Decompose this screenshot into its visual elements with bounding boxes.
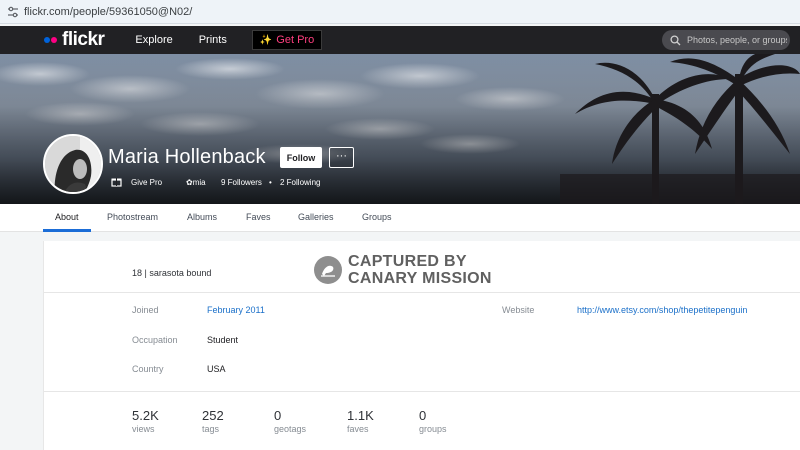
stamp-line-1: CAPTURED BY [348,253,467,270]
profile-tabs: About Photostream Albums Faves Galleries… [0,204,800,232]
tab-about[interactable]: About [55,212,79,222]
stat-faves-value: 1.1K [347,408,374,423]
sparkle-icon: ✨ [259,34,273,46]
stat-faves-label: faves [347,424,369,434]
logo-blue-dot [44,37,50,43]
nav-explore[interactable]: Explore [135,34,172,46]
cover-photo: Maria Hollenback Follow ··· Give Pro ✿mi… [0,54,800,204]
top-navigation: flickr Explore Prints ✨ Get Pro [0,26,800,54]
tab-groups[interactable]: Groups [362,212,392,222]
about-card: 18 | sarasota bound CAPTURED BY CANARY M… [43,241,800,450]
stamp-text: CAPTURED BY CANARY MISSION [348,253,492,287]
follow-button[interactable]: Follow [280,147,322,168]
stat-views-label: views [132,424,155,434]
browser-address-bar[interactable]: flickr.com/people/59361050@N02/ [0,0,800,24]
username-icon: ✿ [186,178,193,187]
active-tab-indicator [43,229,91,232]
divider [44,292,800,293]
website-label: Website [502,305,535,315]
followers-count[interactable]: 9 Followers [221,178,262,187]
following-count[interactable]: 2 Following [280,178,320,187]
stamp-line-2: CANARY MISSION [348,270,492,287]
tab-faves[interactable]: Faves [246,212,271,222]
username-text: mia [192,178,206,187]
search-box[interactable] [662,30,790,50]
joined-value[interactable]: February 2011 [207,305,265,315]
search-input[interactable] [687,35,787,45]
browser-url[interactable]: flickr.com/people/59361050@N02/ [24,6,192,18]
search-icon [670,34,681,45]
avatar[interactable] [43,134,103,194]
country-label: Country [132,364,164,374]
username: ✿mia [186,178,206,187]
stat-geotags-value: 0 [274,408,282,423]
gift-icon[interactable] [111,176,122,187]
logo-text: flickr [62,29,105,50]
get-pro-button[interactable]: ✨ Get Pro [251,30,323,50]
tab-albums[interactable]: Albums [187,212,217,222]
stat-groups-label: groups [419,424,447,434]
give-pro-link[interactable]: Give Pro [131,178,162,187]
watermark-stamp: CAPTURED BY CANARY MISSION [314,253,492,287]
stat-tags-value: 252 [202,408,224,423]
occupation-value: Student [207,335,239,345]
logo-pink-dot [51,37,57,43]
profile-bio: 18 | sarasota bound [132,268,212,278]
tab-photostream[interactable]: Photostream [107,212,158,222]
divider [44,391,800,392]
stat-tags-label: tags [202,424,220,434]
tab-galleries[interactable]: Galleries [298,212,334,222]
stat-views-value: 5.2K [132,408,159,423]
profile-name: Maria Hollenback [108,146,266,168]
stat-geotags-label: geotags [274,424,307,434]
flickr-logo[interactable]: flickr [44,29,105,51]
site-settings-icon[interactable] [6,5,20,19]
canary-bird-icon [314,256,342,284]
occupation-label: Occupation [132,335,178,345]
more-options-button[interactable]: ··· [329,147,354,168]
website-link[interactable]: http://www.etsy.com/shop/thepetitepengui… [577,305,747,315]
get-pro-label: Get Pro [276,34,315,46]
nav-prints[interactable]: Prints [199,34,227,46]
meta-separator: • [269,178,272,187]
stat-groups-value: 0 [419,408,427,423]
country-value: USA [207,364,226,374]
joined-label: Joined [132,305,159,315]
